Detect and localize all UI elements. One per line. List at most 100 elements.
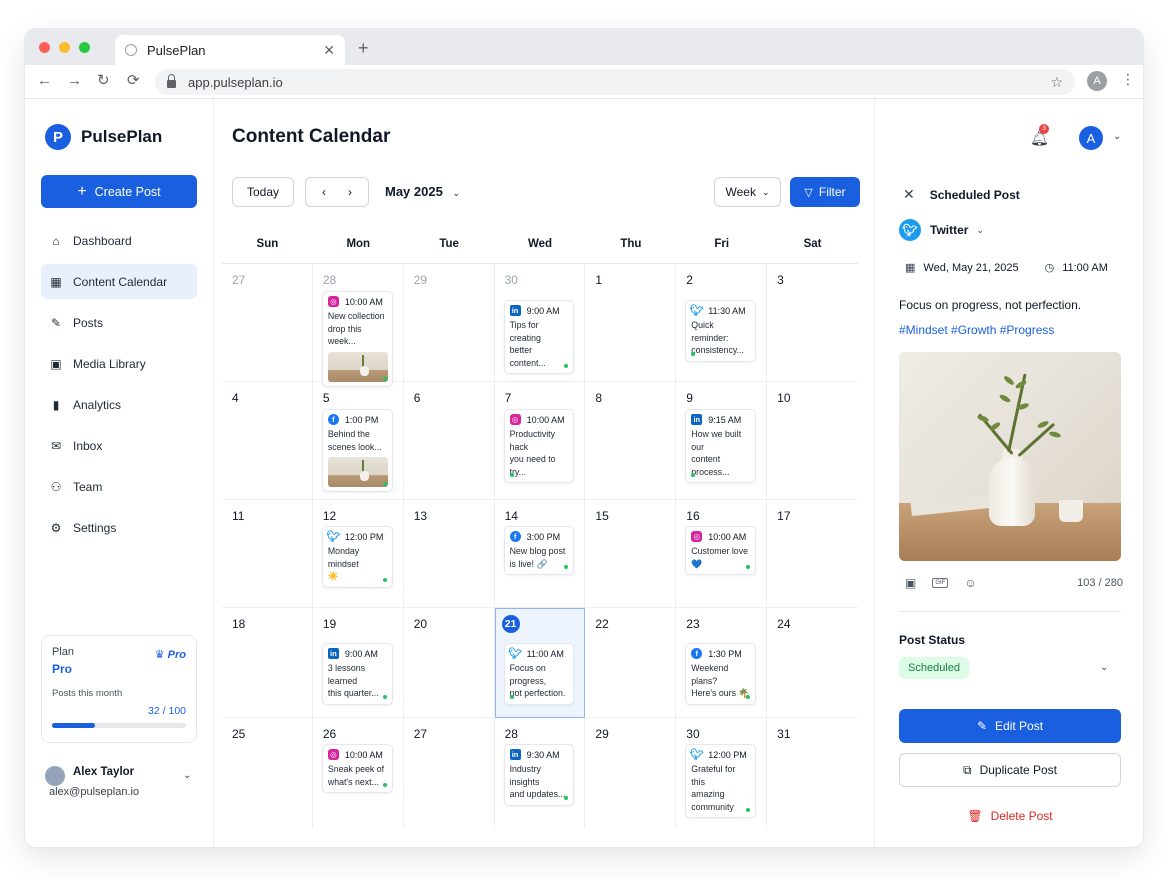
calendar-day-cell[interactable]: 29 bbox=[403, 264, 495, 382]
calendar-day-cell[interactable]: 24 bbox=[767, 608, 858, 718]
calendar-day-cell[interactable]: 13 bbox=[403, 500, 495, 608]
scheduled-post-card[interactable]: ◎ 10:00 AM New collection drop this week..… bbox=[321, 291, 393, 387]
calendar-day-cell[interactable]: 21 🐦︎ 11:00 AM Focus on progress, not perfe… bbox=[494, 608, 586, 718]
sidebar-item-content-calendar[interactable]: ▦ Content Calendar bbox=[41, 264, 197, 299]
calendar-day-cell[interactable]: 25 bbox=[222, 718, 313, 828]
today-label: Today bbox=[246, 185, 280, 199]
scheduled-post-card[interactable]: ◎ 10:00 AM Productivity hack you need to t… bbox=[503, 409, 575, 483]
account-avatar[interactable]: A bbox=[1079, 126, 1103, 150]
calendar-day-cell[interactable]: 17 bbox=[767, 500, 858, 608]
sidebar-item-posts[interactable]: ✎ Posts bbox=[41, 305, 197, 340]
close-icon[interactable]: ✕ bbox=[903, 186, 915, 203]
calendar-day-cell[interactable]: 8 bbox=[585, 382, 677, 500]
calendar-day-cell[interactable]: 16 ◎ 10:00 AM Customer love 💙 bbox=[676, 500, 768, 608]
calendar-day-cell[interactable]: 7 ◎ 10:00 AM Productivity hack you need to … bbox=[494, 382, 586, 500]
twitter-icon: 🐦︎ bbox=[689, 305, 704, 317]
calendar-day-cell[interactable]: 10 bbox=[767, 382, 858, 500]
calendar-day-cell[interactable]: 11 bbox=[222, 500, 313, 608]
chevron-down-icon[interactable]: ⌄ bbox=[1100, 662, 1108, 673]
sidebar-item-analytics[interactable]: ▮ Analytics bbox=[41, 387, 197, 422]
sidebar-item-media-library[interactable]: ▣ Media Library bbox=[41, 346, 197, 381]
maximize-window-icon[interactable] bbox=[79, 42, 90, 53]
refresh-icon[interactable]: ⟳ bbox=[127, 73, 140, 89]
scheduled-post-card[interactable]: f 1:30 PM Weekend plans? Here's ours 🌴 bbox=[685, 643, 757, 705]
scheduled-post-card[interactable]: ◎ 10:00 AM Sneak peek of what's next... bbox=[321, 744, 393, 793]
calendar-day-cell[interactable]: 6 bbox=[403, 382, 495, 500]
schedule-date[interactable]: Wed, May 21, 2025 bbox=[923, 262, 1018, 274]
brand[interactable]: P PulsePlan bbox=[45, 124, 162, 150]
minimize-window-icon[interactable] bbox=[59, 42, 70, 53]
scheduled-post-card[interactable]: in 9:00 AM 3 lessons learned this quarter.… bbox=[321, 643, 393, 705]
calendar-day-cell[interactable]: 30 🐦︎ 12:00 PM Grateful for this amazing co… bbox=[676, 718, 768, 828]
today-button[interactable]: Today bbox=[232, 177, 294, 207]
crown-icon: ♛ bbox=[154, 649, 165, 661]
emoji-icon[interactable]: ☺ bbox=[964, 576, 976, 590]
browser-tab[interactable]: PulsePlan ✕ bbox=[115, 35, 345, 65]
sidebar-item-team[interactable]: ⚇ Team bbox=[41, 469, 197, 504]
close-window-icon[interactable] bbox=[39, 42, 50, 53]
calendar-day-cell[interactable]: 4 bbox=[222, 382, 313, 500]
sidebar-item-settings[interactable]: ⚙ Settings bbox=[41, 510, 197, 545]
calendar-day-cell[interactable]: 29 bbox=[585, 718, 677, 828]
url-field[interactable]: app.pulseplan.io ☆ bbox=[155, 69, 1075, 95]
chevron-down-icon[interactable]: ⌄ bbox=[183, 770, 191, 781]
calendar-day-cell[interactable]: 27 bbox=[222, 264, 313, 382]
create-post-button[interactable]: + Create Post bbox=[41, 175, 197, 208]
calendar-day-cell[interactable]: 27 bbox=[404, 718, 495, 828]
sidebar-item-dashboard[interactable]: ⌂ Dashboard bbox=[41, 223, 197, 258]
network-selector[interactable]: 🐦︎ Twitter ⌄ bbox=[899, 219, 984, 241]
sidebar-item-inbox[interactable]: ✉ Inbox bbox=[41, 428, 197, 463]
scheduled-post-card[interactable]: f 3:00 PM New blog post is live! 🔗 bbox=[503, 526, 575, 575]
calendar-day-cell[interactable]: 14 f 3:00 PM New blog post is live! 🔗 bbox=[494, 500, 586, 608]
chevron-left-icon[interactable]: ‹ bbox=[322, 185, 326, 199]
calendar-day-cell[interactable]: 22 bbox=[585, 608, 677, 718]
scheduled-post-card[interactable]: ◎ 10:00 AM Customer love 💙 bbox=[685, 526, 757, 575]
calendar-day-cell[interactable]: 19 in 9:00 AM 3 lessons learned this quarte… bbox=[312, 608, 404, 718]
chevron-down-icon[interactable]: ⌄ bbox=[1113, 131, 1121, 142]
calendar-day-cell[interactable]: 5 f 1:00 PM Behind the scenes look... bbox=[312, 382, 404, 500]
calendar-day-cell[interactable]: 3 bbox=[767, 264, 858, 382]
scheduled-post-card[interactable]: 🐦︎ 11:00 AM Focus on progress, not perfect… bbox=[503, 643, 575, 705]
image-icon[interactable]: ▣ bbox=[905, 576, 916, 590]
calendar-day-cell[interactable]: 28 ◎ 10:00 AM New collection drop this week… bbox=[312, 264, 404, 387]
calendar-day-cell[interactable]: 26 ◎ 10:00 AM Sneak peek of what's next... bbox=[313, 718, 404, 828]
scheduled-post-card[interactable]: in 9:15 AM How we built our content proces… bbox=[685, 409, 757, 483]
calendar-day-cell[interactable]: 2 🐦︎ 11:30 AM Quick reminder: consistency..… bbox=[676, 264, 768, 382]
calendar-day-cell[interactable]: 20 bbox=[403, 608, 495, 718]
calendar-day-cell[interactable]: 30 in 9:00 AM Tips for creating better cont… bbox=[494, 264, 586, 382]
filter-button[interactable]: ▽ Filter bbox=[790, 177, 860, 207]
calendar-day-cell[interactable]: 9 in 9:15 AM How we built our content proce… bbox=[676, 382, 768, 500]
calendar-day-cell[interactable]: 1 bbox=[585, 264, 677, 382]
calendar-day-cell[interactable]: 18 bbox=[222, 608, 313, 718]
weekday-label: Sat bbox=[803, 238, 822, 250]
calendar-day-cell[interactable]: 15 bbox=[585, 500, 677, 608]
scheduled-post-card[interactable]: 🐦︎ 12:00 PM Grateful for this amazing comm… bbox=[685, 744, 757, 818]
chevron-right-icon[interactable]: › bbox=[348, 185, 352, 199]
calendar-day-cell[interactable]: 23 f 1:30 PM Weekend plans? Here's ours 🌴 bbox=[676, 608, 768, 718]
duplicate-post-button[interactable]: ⧉ Duplicate Post bbox=[899, 753, 1121, 787]
browser-profile-avatar[interactable]: A bbox=[1087, 71, 1107, 91]
calendar-day-cell[interactable]: 28 in 9:30 AM Industry insights and updates… bbox=[495, 718, 586, 828]
calendar-day-cell[interactable]: 12 🐦︎ 12:00 PM Monday mindset ☀️ bbox=[312, 500, 404, 608]
view-select[interactable]: Week ⌄ bbox=[714, 177, 781, 207]
schedule-time[interactable]: 11:00 AM bbox=[1062, 262, 1108, 274]
gif-icon[interactable]: GIF bbox=[932, 578, 949, 588]
scheduled-post-card[interactable]: in 9:00 AM Tips for creating better conten… bbox=[503, 300, 575, 374]
scheduled-post-card[interactable]: in 9:30 AM Industry insights and updates..… bbox=[503, 744, 575, 806]
bookmark-star-icon[interactable]: ☆ bbox=[1050, 74, 1063, 91]
post-status-badge[interactable]: Scheduled bbox=[899, 657, 969, 679]
notification-bell[interactable]: 🔔︎ 3 bbox=[1030, 124, 1049, 147]
scheduled-post-card[interactable]: 🐦︎ 11:30 AM Quick reminder: consistency... bbox=[685, 300, 757, 362]
new-tab-icon[interactable]: + bbox=[358, 38, 369, 59]
delete-post-button[interactable]: 🗑︎ Delete Post bbox=[899, 804, 1121, 828]
scheduled-post-card[interactable]: f 1:00 PM Behind the scenes look... bbox=[321, 409, 393, 492]
scheduled-post-card[interactable]: 🐦︎ 12:00 PM Monday mindset ☀️ bbox=[321, 526, 393, 588]
back-icon[interactable]: ← bbox=[37, 73, 52, 89]
forward-icon[interactable]: → bbox=[67, 73, 82, 89]
reload-icon[interactable]: ↻ bbox=[97, 73, 110, 89]
month-selector[interactable]: May 2025 ⌄ bbox=[385, 184, 460, 199]
edit-post-button[interactable]: ✎ Edit Post bbox=[899, 709, 1121, 743]
tab-close-icon[interactable]: ✕ bbox=[323, 42, 335, 59]
browser-menu-icon[interactable]: ⋮ bbox=[1121, 71, 1135, 88]
calendar-day-cell[interactable]: 31 bbox=[767, 718, 858, 828]
